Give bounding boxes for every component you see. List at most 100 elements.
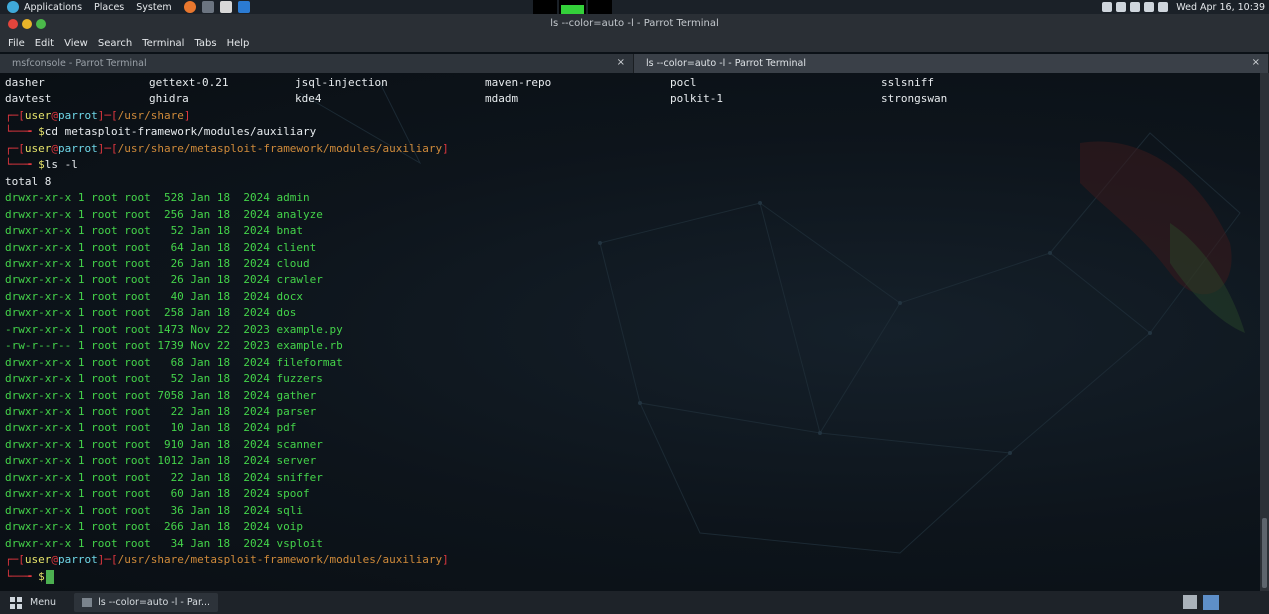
- file-metadata: drwxr-xr-x 1 root root 52 Jan 18 2024: [5, 372, 277, 386]
- taskbar-window-button[interactable]: ls --color=auto -l - Par...: [74, 593, 219, 612]
- system-label: System: [136, 1, 172, 13]
- total-text: total 8: [5, 174, 52, 188]
- file-name: scanner: [276, 437, 323, 451]
- volume-icon[interactable]: [1102, 2, 1113, 12]
- menu-bar: File Edit View Search Terminal Tabs Help: [0, 35, 1269, 52]
- terminal-scrollbar[interactable]: [1260, 73, 1269, 591]
- tab-msfconsole[interactable]: msfconsole - Parrot Terminal ×: [0, 54, 634, 73]
- prompt-arrow: └──╼: [5, 158, 39, 172]
- menu-edit[interactable]: Edit: [35, 38, 54, 49]
- prompt-host: parrot: [58, 141, 98, 155]
- workspace-switcher-2[interactable]: [588, 0, 612, 14]
- menu-search[interactable]: Search: [98, 38, 132, 49]
- terminal-output[interactable]: dasher gettext-0.21 jsql-injection maven-re…: [0, 73, 1260, 591]
- file-entry-row: drwxr-xr-x 1 root root 26 Jan 18 2024 cl…: [5, 256, 310, 272]
- menu-view[interactable]: View: [64, 38, 88, 49]
- menu-label: Menu: [30, 597, 57, 608]
- prompt-at: @: [51, 141, 58, 155]
- listing-row: davtest ghidra kde4 mdadm polkit-1 strongswan: [5, 91, 1205, 107]
- file-name: analyze: [276, 207, 323, 221]
- workspace-switcher-1[interactable]: [533, 0, 557, 14]
- listing-entry: gettext-0.21: [149, 76, 229, 89]
- file-entry-row: drwxr-xr-x 1 root root 256 Jan 18 2024 a…: [5, 207, 323, 223]
- cpu-monitor: [559, 0, 586, 14]
- bottom-tray: [1183, 595, 1219, 610]
- terminal-launcher-icon[interactable]: [201, 1, 214, 13]
- file-name: gather: [276, 388, 317, 402]
- window-titlebar[interactable]: ls --color=auto -l - Parrot Terminal: [0, 14, 1269, 35]
- close-tab-icon[interactable]: ×: [1252, 57, 1260, 68]
- prompt-line: ┌─[user@parrot]─[/usr/share]: [5, 108, 190, 124]
- menu-file[interactable]: File: [8, 38, 25, 49]
- prompt-bracket: ]: [183, 108, 191, 122]
- file-name: pdf: [276, 421, 297, 435]
- top-panel: Applications Places System Wed Apr 16, 1…: [0, 0, 1269, 14]
- file-name: bnat: [276, 224, 304, 238]
- tab-ls-output[interactable]: ls --color=auto -l - Parrot Terminal ×: [634, 54, 1269, 73]
- menu-tabs[interactable]: Tabs: [194, 38, 216, 49]
- file-metadata: drwxr-xr-x 1 root root 910 Jan 18 2024: [5, 437, 277, 451]
- prompt-at: @: [51, 553, 58, 567]
- prompt-symbol: $: [38, 569, 45, 583]
- file-entry-row: drwxr-xr-x 1 root root 266 Jan 18 2024 v…: [5, 519, 303, 535]
- file-metadata: drwxr-xr-x 1 root root 22 Jan 18 2024: [5, 405, 277, 418]
- task-label: ls --color=auto -l - Par...: [98, 597, 211, 608]
- file-metadata: drwxr-xr-x 1 root root 256 Jan 18 2024: [5, 207, 277, 221]
- power-icon[interactable]: [1158, 2, 1169, 12]
- file-entry-row: drwxr-xr-x 1 root root 1012 Jan 18 2024 …: [5, 453, 316, 469]
- file-metadata: drwxr-xr-x 1 root root 528 Jan 18 2024: [5, 191, 277, 205]
- file-name: vsploit: [276, 536, 323, 550]
- applications-label: Applications: [24, 1, 83, 13]
- menu-help[interactable]: Help: [227, 38, 250, 49]
- network-icon[interactable]: [1144, 2, 1155, 12]
- prompt-bracket: ]─[: [97, 108, 118, 122]
- file-name: server: [276, 454, 317, 468]
- command-line: └──╼ $cd metasploit-framework/modules/au…: [5, 124, 316, 140]
- close-tab-icon[interactable]: ×: [617, 57, 625, 68]
- keyboard-icon[interactable]: [1183, 595, 1197, 609]
- listing-entry: kde4: [295, 92, 322, 106]
- clock[interactable]: Wed Apr 16, 10:39: [1176, 2, 1265, 13]
- text-editor-icon[interactable]: [219, 1, 232, 13]
- file-entry-row: -rw-r--r-- 1 root root 1739 Nov 22 2023 …: [5, 338, 343, 354]
- file-entry-row: drwxr-xr-x 1 root root 258 Jan 18 2024 d…: [5, 305, 296, 321]
- file-metadata: drwxr-xr-x 1 root root 10 Jan 18 2024: [5, 421, 277, 435]
- menu-grid-icon: [10, 596, 22, 609]
- prompt-bracket: ]: [442, 553, 449, 567]
- window-title: ls --color=auto -l - Parrot Terminal: [550, 18, 719, 29]
- prompt-bracket: ┌─[: [5, 141, 25, 155]
- listing-entry: maven-repo: [485, 76, 552, 89]
- prompt-at: @: [51, 108, 58, 122]
- file-metadata: drwxr-xr-x 1 root root 68 Jan 18 2024: [5, 355, 277, 369]
- prompt-user: user: [24, 141, 52, 155]
- file-metadata: -rwxr-xr-x 1 root root 1473 Nov 22 2023: [5, 322, 277, 336]
- file-entry-row: drwxr-xr-x 1 root root 64 Jan 18 2024 cl…: [5, 240, 316, 256]
- listing-entry: strongswan: [881, 92, 948, 106]
- firefox-icon[interactable]: [183, 1, 196, 13]
- prompt-cwd: /usr/share: [117, 108, 184, 122]
- show-desktop-icon[interactable]: [1203, 595, 1219, 610]
- prompt-symbol: $: [38, 158, 45, 172]
- file-entry-row: -rwxr-xr-x 1 root root 1473 Nov 22 2023 …: [5, 322, 343, 338]
- file-entry-row: drwxr-xr-x 1 root root 910 Jan 18 2024 s…: [5, 437, 323, 453]
- listing-entry: davtest: [5, 92, 52, 106]
- file-name: parser: [276, 405, 317, 418]
- file-entry-row: drwxr-xr-x 1 root root 34 Jan 18 2024 vs…: [5, 536, 323, 552]
- file-name: fuzzers: [276, 372, 323, 386]
- file-metadata: -rw-r--r-- 1 root root 1739 Nov 22 2023: [5, 339, 277, 353]
- cloud-icon[interactable]: [1116, 2, 1127, 12]
- places-menu[interactable]: Places: [94, 2, 124, 13]
- prompt-line: ┌─[user@parrot]─[/usr/share/metasploit-f…: [5, 141, 449, 157]
- main-menu-button[interactable]: Menu: [0, 591, 66, 614]
- file-entry-row: drwxr-xr-x 1 root root 68 Jan 18 2024 fi…: [5, 355, 343, 371]
- file-name: sqli: [276, 503, 304, 517]
- battery-icon[interactable]: [1130, 2, 1141, 12]
- file-name: sniffer: [276, 470, 323, 484]
- prompt-line: ┌─[user@parrot]─[/usr/share/metasploit-f…: [5, 552, 449, 568]
- scrollbar-thumb[interactable]: [1262, 518, 1267, 588]
- applications-menu[interactable]: Applications: [0, 1, 82, 13]
- menu-terminal[interactable]: Terminal: [142, 38, 184, 49]
- vscode-icon[interactable]: [237, 1, 250, 13]
- system-menu[interactable]: System: [136, 2, 171, 13]
- file-name: docx: [276, 289, 304, 303]
